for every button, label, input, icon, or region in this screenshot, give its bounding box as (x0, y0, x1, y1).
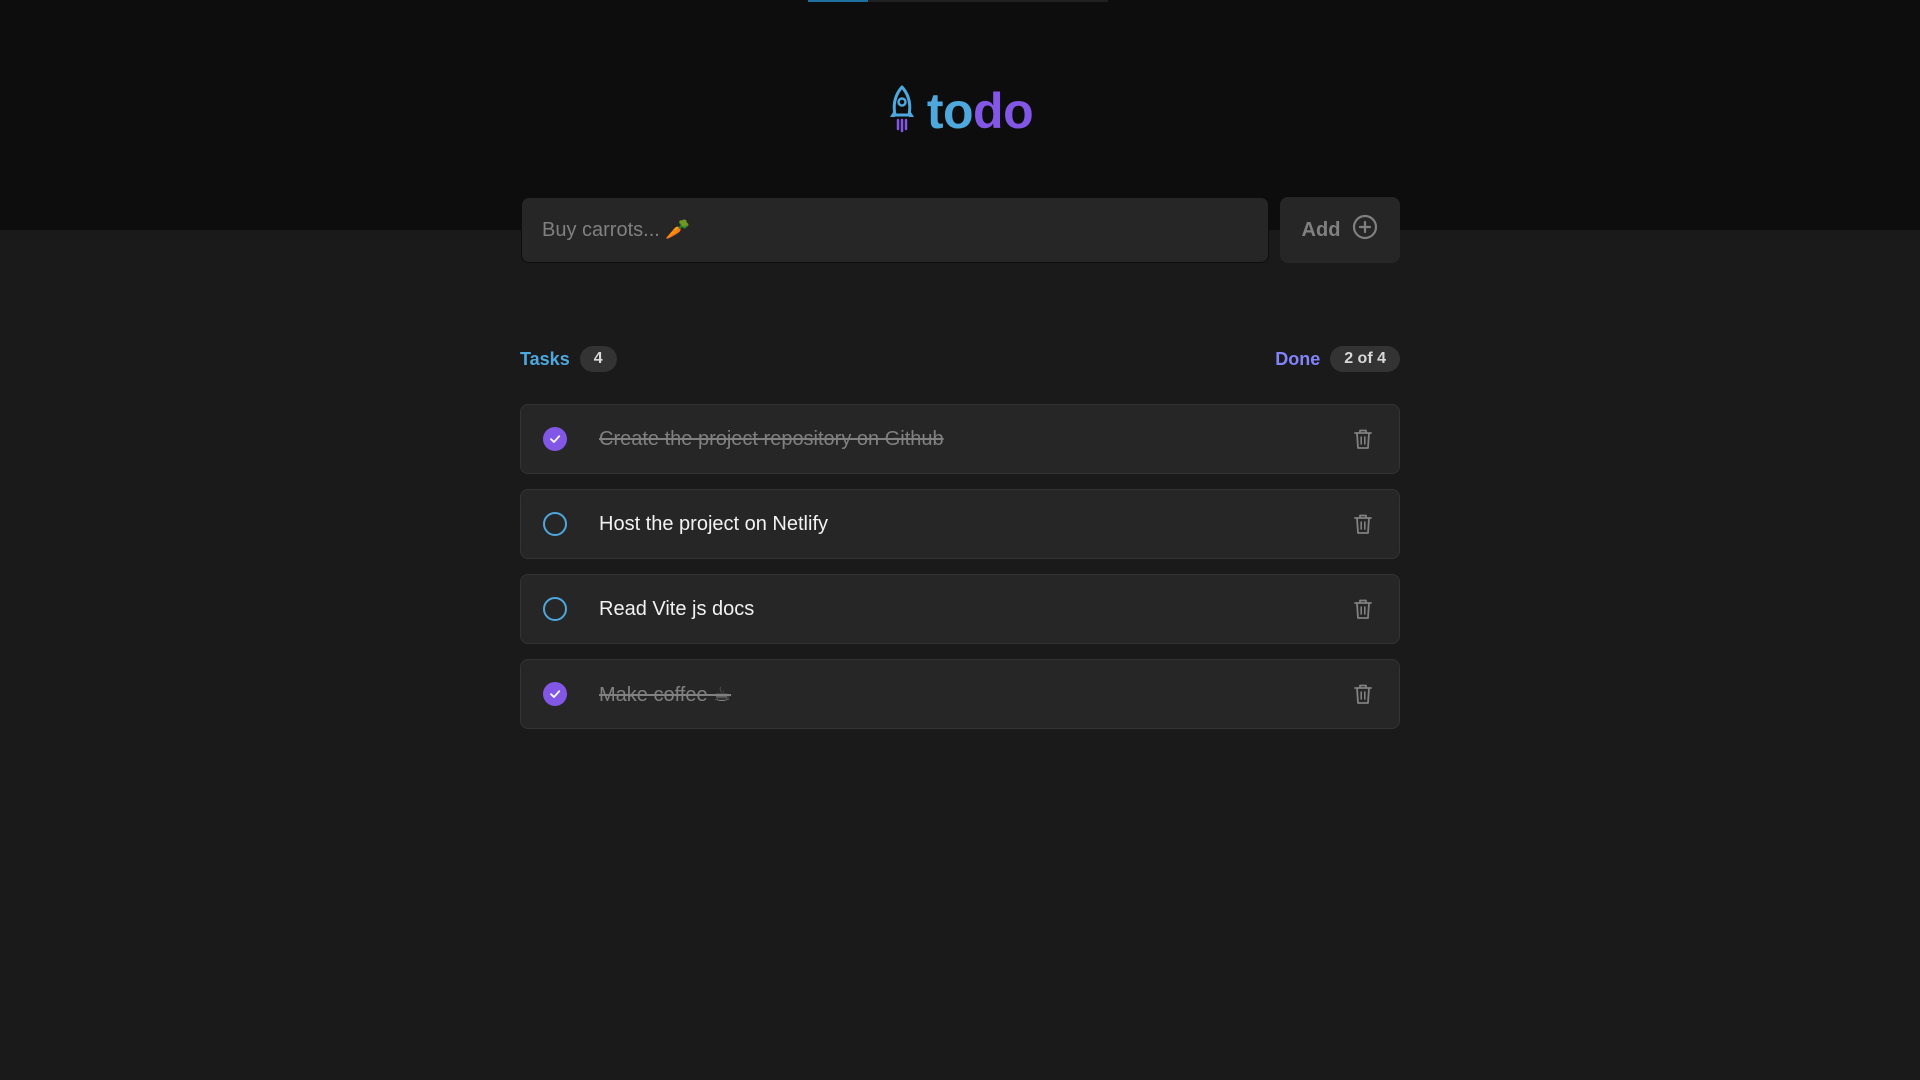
new-task-input[interactable] (521, 197, 1269, 263)
task-list: Create the project repository on Github … (520, 404, 1400, 729)
trash-icon[interactable] (1349, 510, 1377, 538)
trash-icon[interactable] (1349, 595, 1377, 623)
done-count-badge: 2 of 4 (1330, 346, 1400, 372)
task-item: Read Vite js docs (520, 574, 1400, 644)
trash-icon[interactable] (1349, 425, 1377, 453)
task-text: Create the project repository on Github (599, 427, 944, 450)
created-count-badge: 4 (579, 346, 617, 372)
task-item: Make coffee ☕ (520, 659, 1400, 729)
add-button-label: Add (1301, 218, 1341, 241)
add-button[interactable]: Add (1280, 197, 1400, 263)
task-checkbox[interactable] (543, 597, 567, 621)
task-text: Host the project on Netlify (599, 512, 828, 535)
header: todo (0, 0, 1920, 230)
logo: todo (0, 82, 1920, 140)
task-checkbox-checked[interactable] (543, 427, 567, 451)
created-summary: Tasks 4 (520, 346, 617, 372)
task-summary: Tasks 4 Done 2 of 4 (520, 344, 1400, 374)
done-label: Done (1275, 348, 1321, 369)
rocket-icon (887, 85, 917, 138)
task-checkbox-checked[interactable] (543, 682, 567, 706)
top-progress-line (808, 0, 1108, 2)
task-checkbox[interactable] (543, 512, 567, 536)
plus-circle-icon (1352, 214, 1378, 246)
task-item: Create the project repository on Github (520, 404, 1400, 474)
app-title: todo (926, 83, 1034, 139)
add-task-form: Add (521, 197, 1400, 263)
trash-icon[interactable] (1349, 680, 1377, 708)
done-summary: Done 2 of 4 (1275, 346, 1400, 372)
created-label: Tasks (520, 348, 570, 369)
task-text: Read Vite js docs (599, 597, 755, 620)
task-text: Make coffee ☕ (599, 683, 732, 706)
task-item: Host the project on Netlify (520, 489, 1400, 559)
